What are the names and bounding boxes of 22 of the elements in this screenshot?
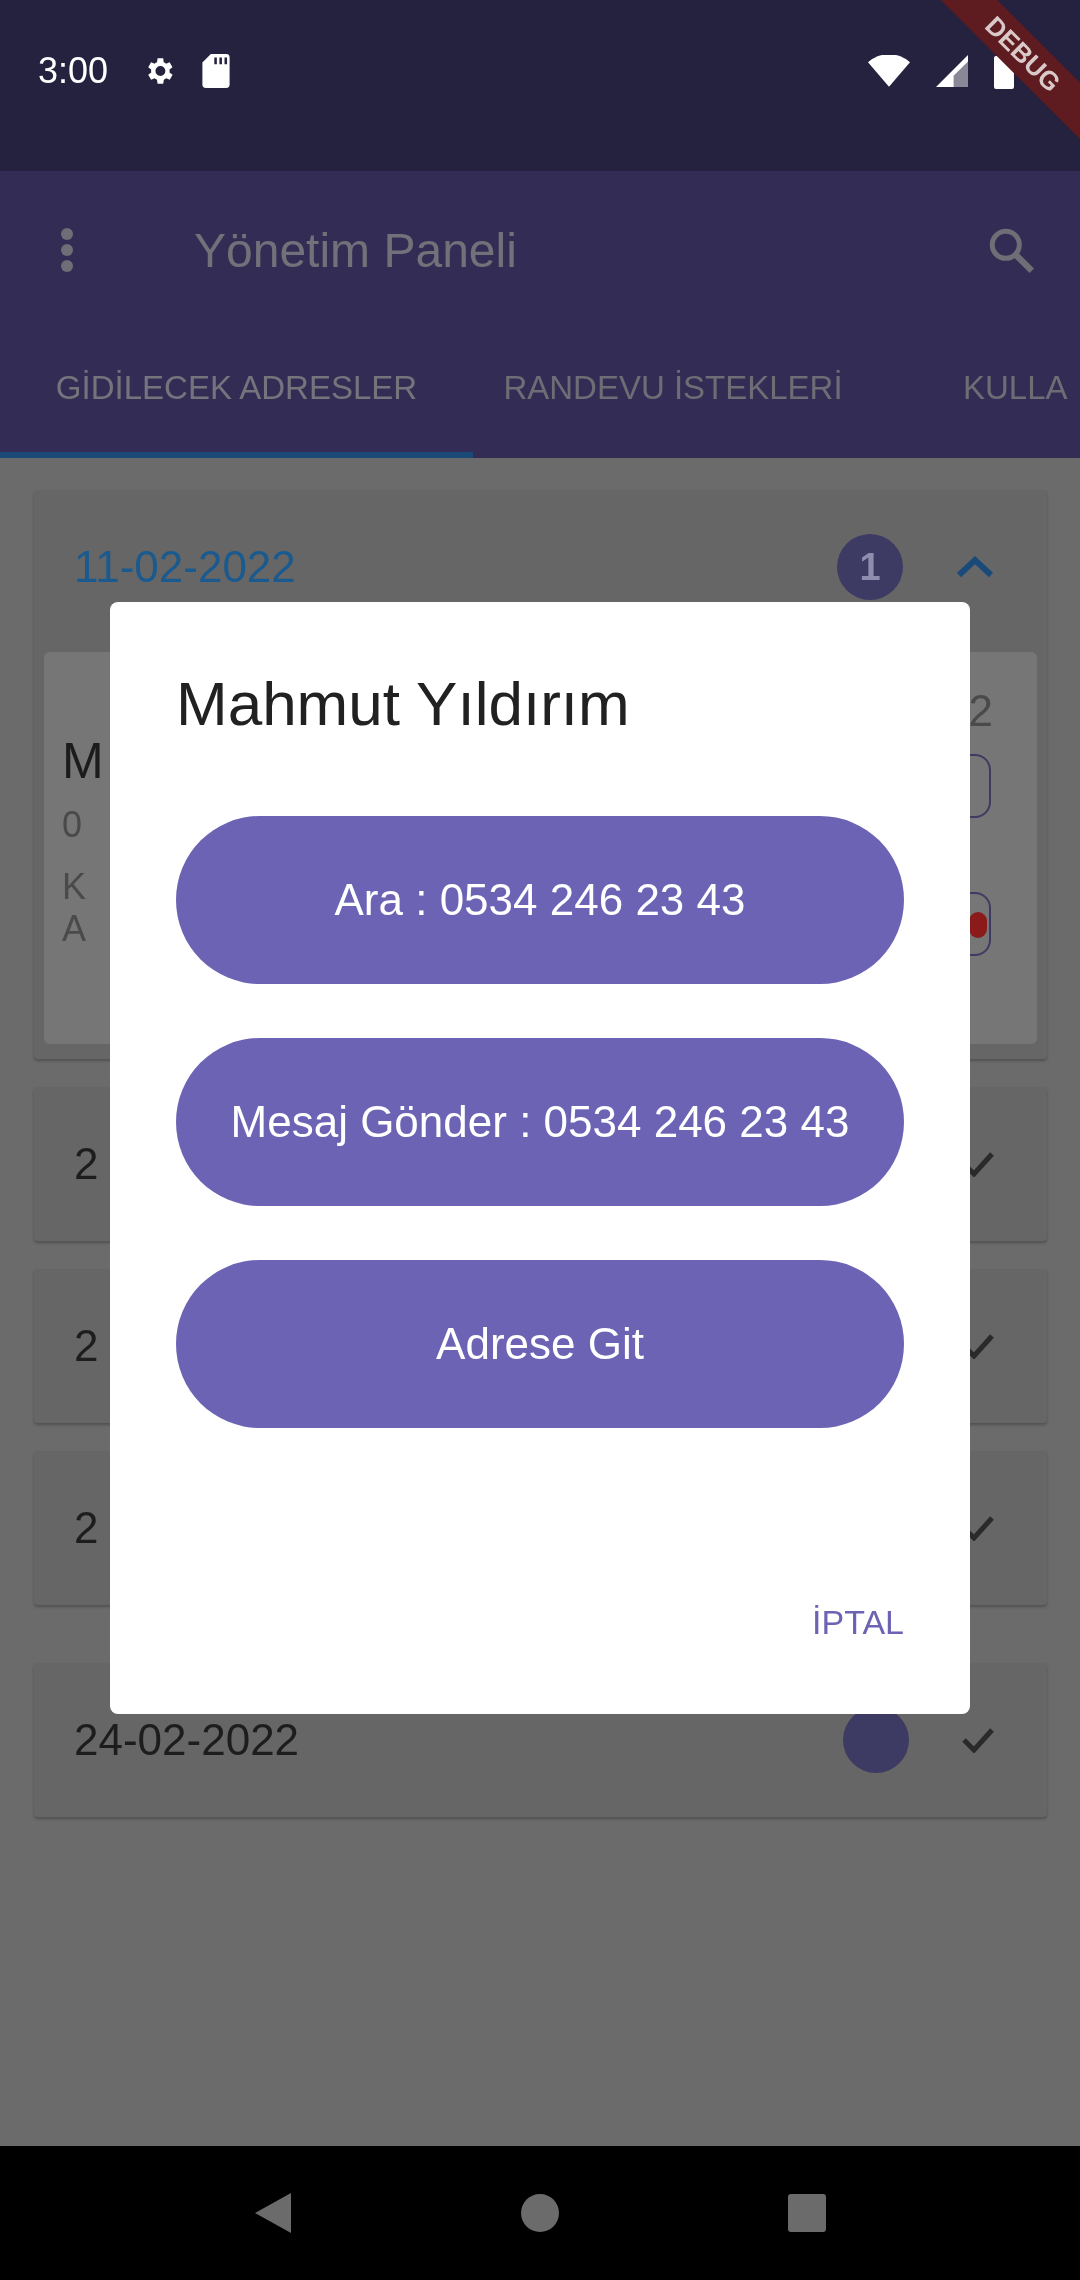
check-icon[interactable] bbox=[961, 1727, 995, 1753]
date-label: 24-02-2022 bbox=[74, 1715, 300, 1765]
cancel-button[interactable]: İPTAL bbox=[788, 1591, 928, 1654]
customer-name: M bbox=[62, 732, 104, 790]
app-title: Yönetim Paneli bbox=[194, 222, 518, 278]
action-button[interactable]: Mesaj Gönder : 0534 246 23 43 bbox=[176, 1038, 904, 1206]
action-button[interactable]: Adrese Git bbox=[176, 1260, 904, 1428]
clock: 3:00 bbox=[38, 49, 109, 93]
date-label: 11-02-2022 bbox=[74, 542, 296, 592]
dialog-title: Mahmut Yıldırım bbox=[176, 668, 631, 740]
date-label: 2 bbox=[74, 1321, 99, 1371]
wifi-icon bbox=[868, 54, 910, 87]
recents-icon[interactable] bbox=[786, 2193, 827, 2233]
count-badge: 1 bbox=[837, 534, 903, 600]
date-label: 2 bbox=[74, 1503, 99, 1553]
sd-card-icon bbox=[202, 53, 231, 88]
more-menu-icon[interactable] bbox=[60, 227, 74, 273]
action-button[interactable]: Ara : 0534 246 23 43 bbox=[176, 816, 904, 984]
home-icon[interactable] bbox=[520, 2193, 560, 2233]
date-label: 2 bbox=[74, 1139, 99, 1189]
back-icon[interactable] bbox=[253, 2191, 294, 2235]
signal-icon bbox=[936, 54, 968, 87]
